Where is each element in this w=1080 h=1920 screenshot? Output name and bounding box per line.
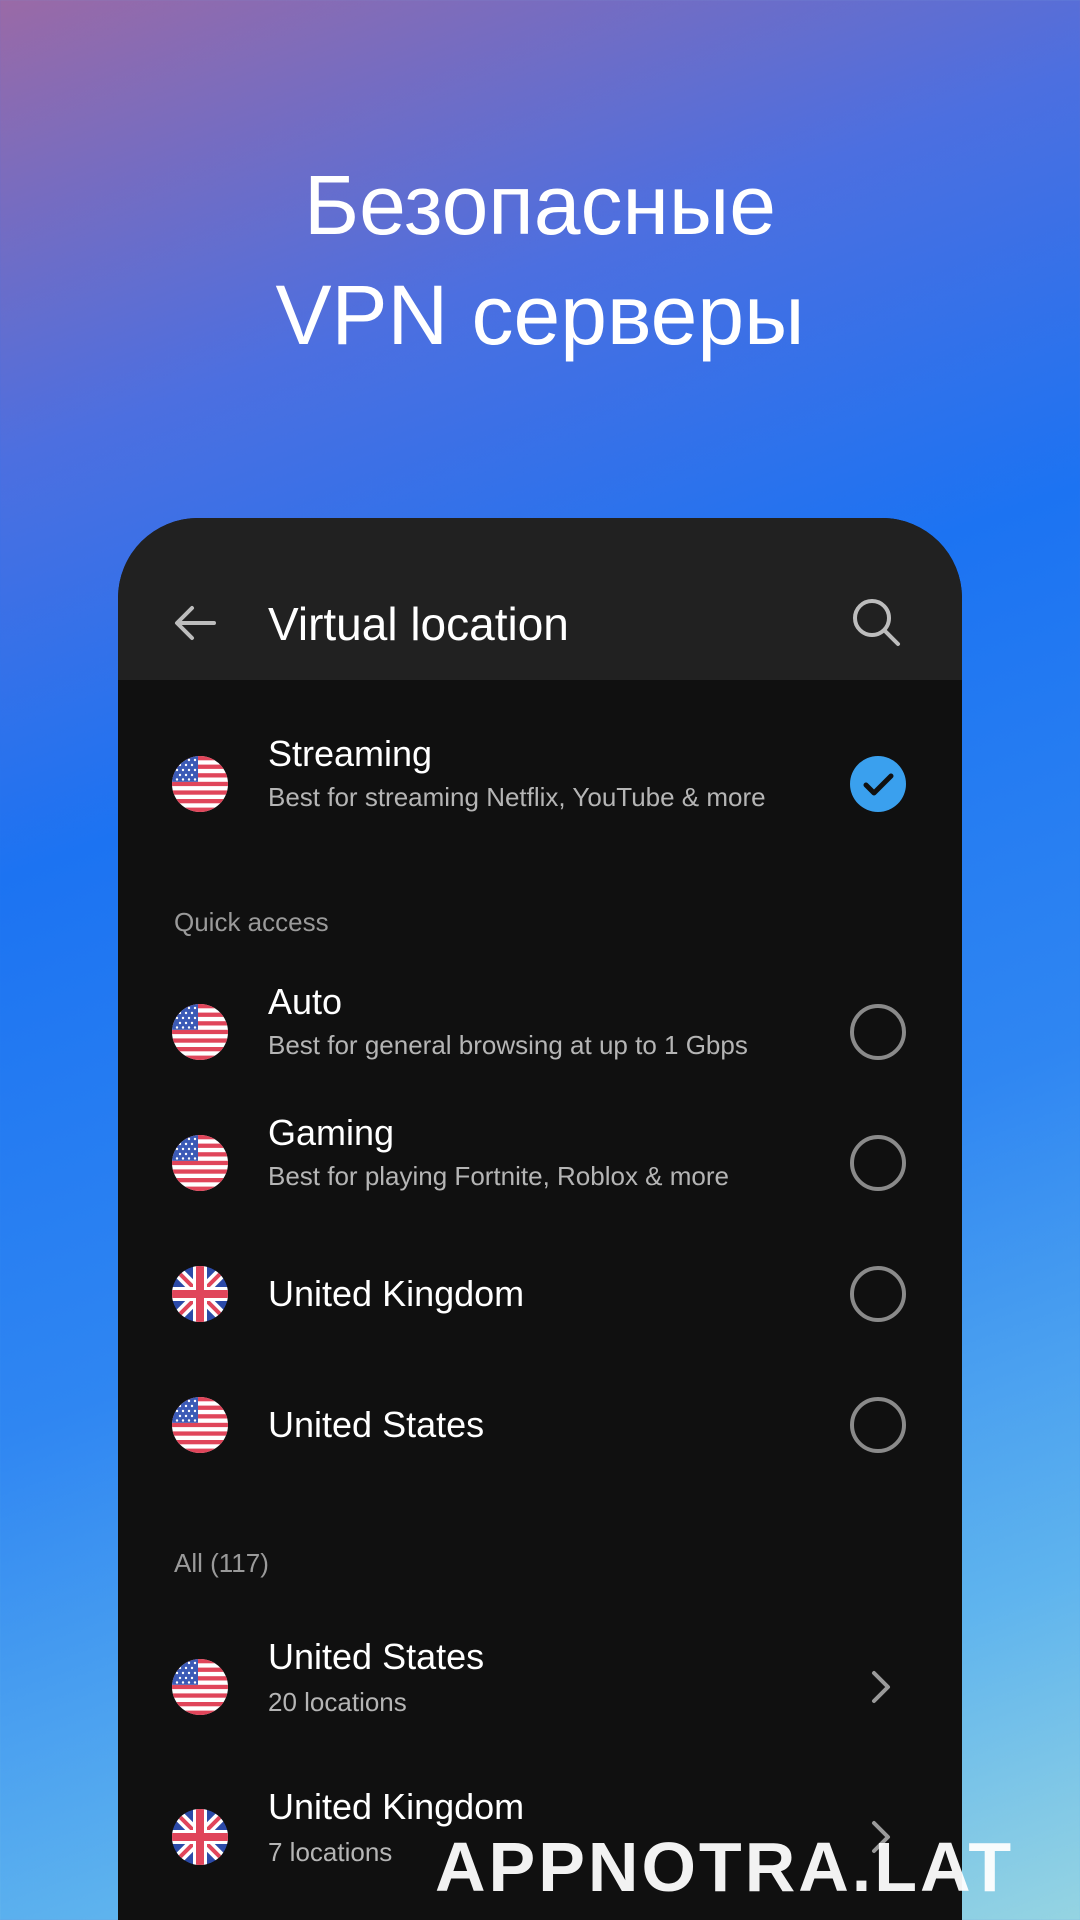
- back-button[interactable]: [170, 598, 220, 648]
- check-icon[interactable]: [850, 756, 906, 812]
- us-flag-icon: [172, 1004, 228, 1060]
- country-locations-count: 20 locations: [268, 1687, 407, 1717]
- section-header-quick-access: Quick access: [174, 907, 329, 937]
- uk-flag-icon: [172, 1809, 228, 1865]
- location-title: United Kingdom: [268, 1273, 525, 1314]
- location-item-united-states[interactable]: United States: [118, 1365, 962, 1485]
- search-button[interactable]: [848, 594, 904, 650]
- promo-headline-line1: Безопасные: [304, 158, 776, 252]
- search-icon: [853, 599, 900, 646]
- us-flag-icon: [172, 1659, 228, 1715]
- section-header-all: All (117): [174, 1548, 269, 1578]
- arrow-left-icon: [175, 606, 216, 640]
- uk-flag-icon: [172, 1266, 228, 1322]
- us-flag-icon: [172, 1397, 228, 1453]
- country-item-united-states[interactable]: United States 20 locations: [118, 1627, 962, 1747]
- country-title: United Kingdom: [268, 1786, 525, 1827]
- us-flag-icon: [172, 1135, 228, 1191]
- location-item-gaming[interactable]: Gaming Best for playing Fortnite, Roblox…: [118, 1103, 962, 1223]
- location-title: Auto: [268, 981, 343, 1022]
- radio-unchecked-icon[interactable]: [850, 1004, 906, 1060]
- radio-unchecked-icon[interactable]: [850, 1266, 906, 1322]
- location-subtitle: Best for playing Fortnite, Roblox & more: [268, 1161, 729, 1191]
- radio-unchecked-icon[interactable]: [850, 1135, 906, 1191]
- page-title: Virtual location: [268, 598, 569, 650]
- promo-headline-line2: VPN серверы: [275, 268, 805, 362]
- radio-unchecked-icon[interactable]: [850, 1397, 906, 1453]
- location-item-united-kingdom[interactable]: United Kingdom: [118, 1234, 962, 1354]
- location-subtitle: Best for general browsing at up to 1 Gbp…: [268, 1030, 748, 1060]
- promo-headline: Безопасные VPN серверы: [0, 150, 1080, 370]
- location-item-streaming[interactable]: Streaming Best for streaming Netflix, Yo…: [118, 724, 962, 844]
- country-title: United States: [268, 1636, 485, 1677]
- location-subtitle: Best for streaming Netflix, YouTube & mo…: [268, 782, 766, 812]
- us-flag-icon: [172, 756, 228, 812]
- app-bar: Virtual location: [118, 518, 962, 680]
- watermark: APPNOTRA.LAT: [435, 1828, 1015, 1906]
- phone-screen: Virtual location Streaming Best for stre…: [118, 518, 962, 1920]
- chevron-right-icon: [860, 1667, 900, 1707]
- location-title: Gaming: [268, 1112, 395, 1153]
- location-title: United States: [268, 1404, 485, 1445]
- country-locations-count: 7 locations: [268, 1837, 393, 1867]
- location-title: Streaming: [268, 733, 433, 774]
- location-item-auto[interactable]: Auto Best for general browsing at up to …: [118, 972, 962, 1092]
